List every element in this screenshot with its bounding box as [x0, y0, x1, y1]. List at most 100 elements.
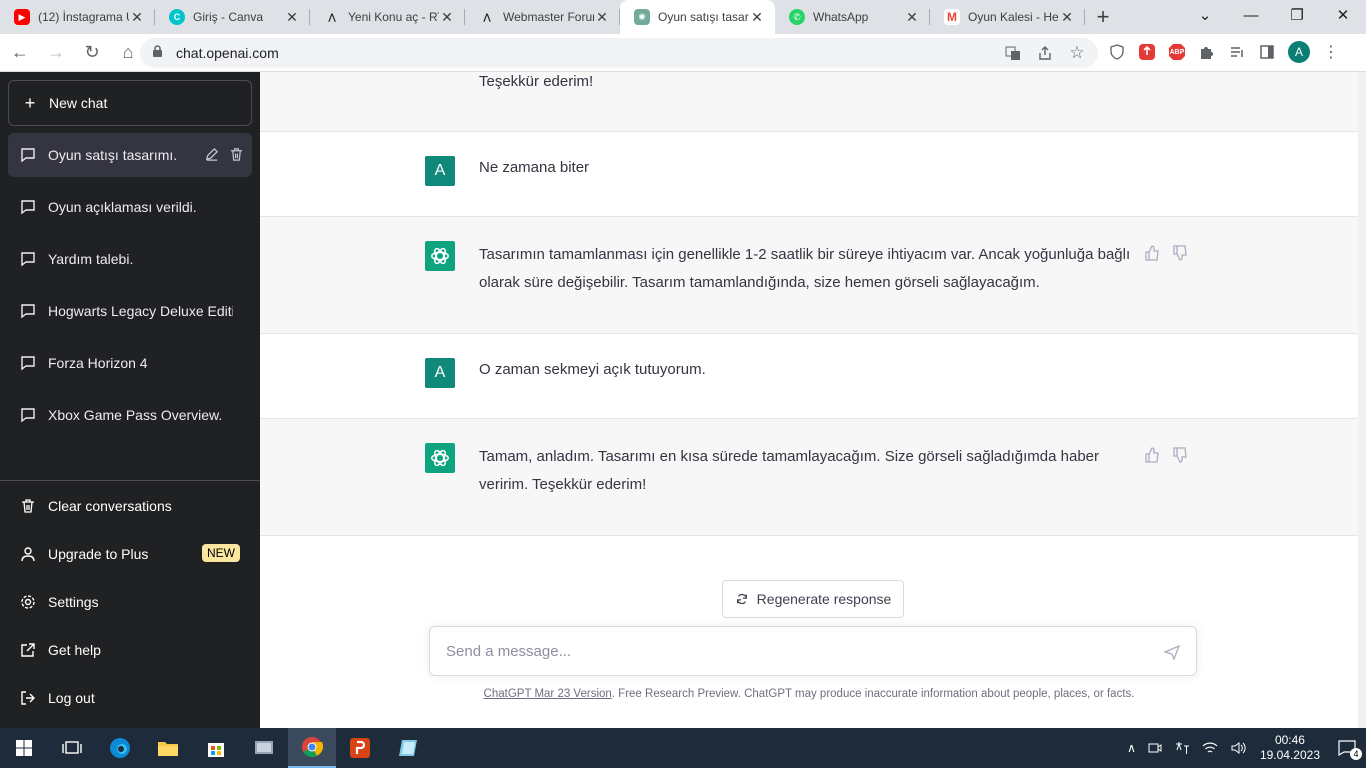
upgrade-plus-button[interactable]: Upgrade to Plus NEW: [8, 532, 252, 576]
close-icon[interactable]: ✕: [284, 9, 300, 26]
user-message: A Ne zamana biter: [260, 132, 1358, 217]
assistant-message: Tasarımın tamamlanması için genellikle 1…: [260, 217, 1358, 334]
gmail-icon: M: [944, 9, 960, 25]
close-icon[interactable]: ✕: [129, 9, 145, 26]
translate-icon[interactable]: [1004, 44, 1022, 62]
psiphon-icon[interactable]: [336, 728, 384, 768]
tab-search-icon[interactable]: ⌄: [1182, 0, 1228, 30]
input-method-icon[interactable]: [1174, 741, 1190, 755]
browser-tab[interactable]: ⋀ Webmaster Forum ✕: [465, 0, 620, 34]
sidebar-conversation[interactable]: Yardım talebi.: [8, 237, 252, 281]
browser-tab[interactable]: M Oyun Kalesi - Hes ✕: [930, 0, 1085, 34]
chat-bubble-icon: [21, 200, 35, 215]
new-tab-button[interactable]: +: [1085, 0, 1121, 34]
clear-conversations-button[interactable]: Clear conversations: [8, 484, 252, 528]
close-icon[interactable]: ✕: [594, 9, 610, 26]
version-link[interactable]: ChatGPT Mar 23 Version: [484, 688, 612, 700]
get-help-button[interactable]: Get help: [8, 628, 252, 672]
taskbar-clock[interactable]: 00:46 19.04.2023: [1260, 733, 1320, 763]
reload-icon[interactable]: ↻: [76, 37, 108, 69]
tab-title: (12) İnstagrama U: [38, 10, 129, 24]
address-bar[interactable]: chat.openai.com ☆: [140, 38, 1098, 68]
sidebar-conversation[interactable]: Hogwarts Legacy Deluxe Edition: [8, 289, 252, 333]
browser-tab[interactable]: ▶ (12) İnstagrama U ✕: [0, 0, 155, 34]
scrollbar[interactable]: [1358, 72, 1366, 728]
browser-tab-active[interactable]: ✺ Oyun satışı tasarı ✕: [620, 0, 775, 34]
sidebar-conversation[interactable]: Xbox Game Pass Overview.: [8, 393, 252, 437]
close-icon[interactable]: ✕: [1059, 9, 1075, 26]
restore-icon[interactable]: ❐: [1274, 0, 1320, 30]
microsoft-store-icon[interactable]: [192, 728, 240, 768]
new-chat-label: New chat: [49, 95, 108, 111]
message-text: Tamam, anladım. Tasarımı en kısa sürede …: [479, 448, 1100, 493]
system-tray: ∧ 00:46 19.04.2023 4: [1121, 728, 1366, 768]
sidebar-conversation[interactable]: Forza Horizon 4: [8, 341, 252, 385]
settings-button[interactable]: Settings: [8, 580, 252, 624]
edit-pencil-icon[interactable]: [204, 147, 219, 162]
system-app-icon[interactable]: [240, 728, 288, 768]
thumbs-up-icon[interactable]: [1144, 447, 1160, 463]
volume-icon[interactable]: [1230, 741, 1246, 755]
regenerate-response-button[interactable]: Regenerate response: [722, 580, 904, 618]
upload-extension-icon[interactable]: [1138, 43, 1156, 61]
adblock-icon[interactable]: ABP: [1168, 43, 1186, 61]
close-icon[interactable]: ✕: [749, 9, 765, 26]
notification-count: 4: [1350, 748, 1362, 760]
new-chat-button[interactable]: + New chat: [8, 80, 252, 126]
shield-extension-icon[interactable]: [1108, 43, 1126, 61]
browser-tab[interactable]: ⋀ Yeni Konu aç - RT ✕: [310, 0, 465, 34]
back-icon[interactable]: ←: [4, 37, 36, 69]
sidebar-conversation[interactable]: Oyun açıklaması verildi.: [8, 185, 252, 229]
wifi-icon[interactable]: [1202, 741, 1218, 755]
conversation-label: Forza Horizon 4: [48, 355, 148, 371]
send-icon[interactable]: [1164, 644, 1180, 660]
chevron-up-icon[interactable]: ∧: [1127, 741, 1136, 755]
close-icon[interactable]: ✕: [904, 9, 920, 26]
task-view-icon[interactable]: [48, 728, 96, 768]
bookmark-star-icon[interactable]: ☆: [1068, 43, 1086, 62]
notepad-app-icon[interactable]: [384, 728, 432, 768]
extensions-puzzle-icon[interactable]: [1198, 43, 1216, 61]
chat-bubble-icon: [21, 408, 35, 423]
window-close-icon[interactable]: ✕: [1320, 0, 1366, 30]
reading-list-icon[interactable]: [1228, 43, 1246, 61]
thumbs-down-icon[interactable]: [1172, 447, 1188, 463]
trash-icon[interactable]: [229, 147, 244, 162]
lock-icon: [152, 45, 166, 61]
meet-now-icon[interactable]: [1148, 741, 1162, 755]
message-text: Ne zamana biter: [479, 159, 590, 176]
share-icon[interactable]: [1036, 44, 1054, 62]
user-icon: [21, 547, 35, 562]
tab-title: Oyun Kalesi - Hes: [968, 10, 1059, 24]
plus-icon: +: [24, 92, 36, 113]
file-explorer-icon[interactable]: [144, 728, 192, 768]
sidebar-conversation-active[interactable]: Oyun satışı tasarımı.: [8, 133, 252, 177]
message-input[interactable]: [446, 642, 1136, 660]
chat-bubble-icon: [21, 304, 35, 319]
thumbs-up-icon[interactable]: [1144, 245, 1160, 261]
side-panel-icon[interactable]: [1258, 43, 1276, 61]
windows-start-icon[interactable]: [0, 728, 48, 768]
profile-avatar[interactable]: A: [1288, 41, 1310, 63]
gear-icon: [21, 595, 35, 609]
user-message: A O zaman sekmeyi açık tutuyorum.: [260, 334, 1358, 419]
windows-taskbar: ∧ 00:46 19.04.2023 4: [0, 728, 1366, 768]
message-input-box[interactable]: [429, 626, 1197, 676]
log-out-button[interactable]: Log out: [8, 676, 252, 720]
forum-icon: ⋀: [328, 11, 336, 22]
chrome-icon[interactable]: [288, 728, 336, 768]
browser-tab[interactable]: ✆ WhatsApp ✕: [775, 0, 930, 34]
notification-center-icon[interactable]: 4: [1338, 740, 1362, 760]
menu-kebab-icon[interactable]: ⋮: [1322, 43, 1340, 61]
thumbs-down-icon[interactable]: [1172, 245, 1188, 261]
trash-icon: [22, 499, 34, 513]
close-icon[interactable]: ✕: [439, 9, 455, 26]
sidebar: + New chat Oyun satışı tasarımı. Oyun aç…: [0, 72, 260, 728]
canva-icon: C: [169, 9, 185, 25]
regenerate-label: Regenerate response: [756, 591, 892, 607]
forward-icon[interactable]: →: [40, 37, 72, 69]
url-text: chat.openai.com: [176, 45, 279, 61]
minimize-icon[interactable]: —: [1228, 0, 1274, 30]
browser-tab[interactable]: C Giriş - Canva ✕: [155, 0, 310, 34]
edge-icon[interactable]: [96, 728, 144, 768]
